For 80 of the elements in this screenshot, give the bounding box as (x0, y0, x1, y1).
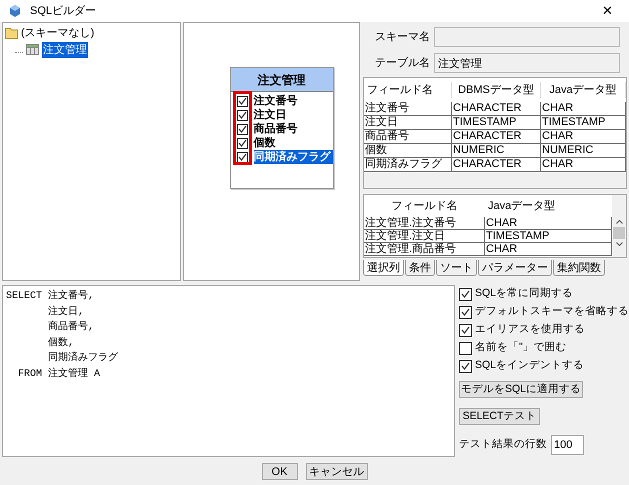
table-cell: 商品番号 (364, 130, 452, 143)
option-label[interactable]: エイリアスを使用する (475, 322, 585, 338)
folder-icon (5, 27, 19, 40)
dialog-button[interactable]: OK (262, 462, 298, 480)
table-cell: CHARACTER (452, 102, 541, 115)
checkbox[interactable] (236, 124, 248, 134)
sql-line: FROM 注文管理 A (17, 366, 100, 382)
window-title: SQLビルダー (30, 4, 96, 19)
field-label[interactable]: 注文番号 (254, 94, 332, 108)
scrollbar[interactable] (612, 195, 626, 257)
tab[interactable]: ソート (436, 260, 477, 276)
column-header[interactable]: Javaデータ型 (541, 82, 626, 98)
table-header: 注文管理 (230, 68, 332, 92)
scrollbar-thumb[interactable] (613, 227, 625, 239)
check-icon (461, 308, 470, 316)
check-icon (461, 290, 470, 298)
option-label[interactable]: SQLを常に同期する (475, 286, 574, 302)
tab[interactable]: 集約関数 (553, 260, 605, 276)
table-icon (26, 44, 39, 56)
check-icon (461, 362, 470, 370)
tree-item[interactable]: (スキーマなし) (21, 25, 94, 42)
field-label[interactable]: 個数 (254, 136, 332, 150)
close-button[interactable]: ✕ (594, 1, 621, 21)
sql-editor[interactable]: SELECT 注文番号, 注文日, 商品番号, 個数, 同期済みフラグ FROM 注文管理 A (2, 285, 455, 457)
checkbox[interactable] (459, 288, 472, 300)
check-icon (461, 326, 470, 334)
checkbox[interactable] (459, 324, 472, 336)
app-icon (8, 4, 22, 18)
apply-model-button[interactable]: モデルをSQLに適用する (459, 381, 583, 398)
field-label: スキーマ名 (374, 30, 431, 45)
column-header[interactable]: フィールド名 (364, 82, 452, 98)
table-cell: TIMESTAMP (452, 116, 541, 129)
table-node[interactable]: 注文管理 注文番号 注文日 商品番号 個数 同期済みフラグ (230, 67, 334, 189)
tab[interactable]: 選択列 (363, 260, 404, 276)
field-label[interactable]: 同期済みフラグ (254, 150, 332, 164)
field-label[interactable]: 商品番号 (254, 122, 332, 136)
table-cell: CHARACTER (452, 158, 541, 171)
option-label[interactable]: SQLをインデントする (475, 358, 584, 374)
rows-field[interactable]: 100 (551, 435, 584, 455)
checkbox[interactable] (236, 110, 248, 120)
table-cell: 注文日 (364, 116, 452, 129)
field-label: テーブル名 (374, 56, 431, 71)
tab[interactable]: 条件 (405, 260, 435, 276)
text-field[interactable]: 注文管理 (434, 53, 620, 73)
table-cell: CHAR (541, 130, 626, 143)
table-cell: NUMERIC (452, 144, 541, 157)
table-cell: CHAR (541, 158, 626, 171)
sql-line: 同期済みフラグ (47, 351, 118, 366)
table-cell: NUMERIC (541, 144, 626, 157)
sql-line: 注文日, (47, 304, 84, 320)
sql-line: 個数, (47, 336, 74, 350)
option-label[interactable]: 名前を「"」で囲む (475, 340, 567, 356)
table-cell: 注文管理.注文番号 (364, 217, 485, 229)
checkbox[interactable] (459, 306, 472, 318)
field-label: テスト結果の行数 (459, 437, 547, 452)
tree-item[interactable]: 注文管理 (42, 42, 88, 58)
table-cell: 同期済みフラグ (364, 158, 452, 171)
checkbox[interactable] (236, 96, 248, 106)
column-header[interactable]: DBMSデータ型 (452, 82, 541, 98)
table-cell: CHAR (541, 102, 626, 115)
table-cell: 注文管理.商品番号 (364, 243, 485, 255)
field-label[interactable]: 注文日 (254, 108, 332, 122)
checkbox[interactable] (236, 138, 248, 148)
table-cell: TIMESTAMP (541, 116, 626, 129)
dialog-button[interactable]: キャンセル (306, 462, 368, 480)
sql-line: 商品番号, (47, 320, 94, 335)
table-cell: 注文管理.注文日 (364, 230, 485, 242)
table-cell: CHARACTER (452, 130, 541, 143)
table-cell: 個数 (364, 144, 452, 157)
column-header[interactable]: Javaデータ型 (485, 198, 612, 214)
option-label[interactable]: デフォルトスキーマを省略する (475, 304, 629, 320)
tab[interactable]: パラメーター (478, 260, 552, 276)
table-cell: 注文番号 (364, 102, 452, 115)
sql-line: SELECT 注文番号, (6, 289, 94, 304)
select-test-button[interactable]: SELECTテスト (459, 408, 540, 425)
checkbox[interactable] (459, 342, 472, 354)
column-header[interactable]: フィールド名 (364, 198, 485, 214)
text-field[interactable] (434, 27, 620, 47)
checkbox[interactable] (459, 360, 472, 372)
checkbox[interactable] (236, 152, 248, 162)
